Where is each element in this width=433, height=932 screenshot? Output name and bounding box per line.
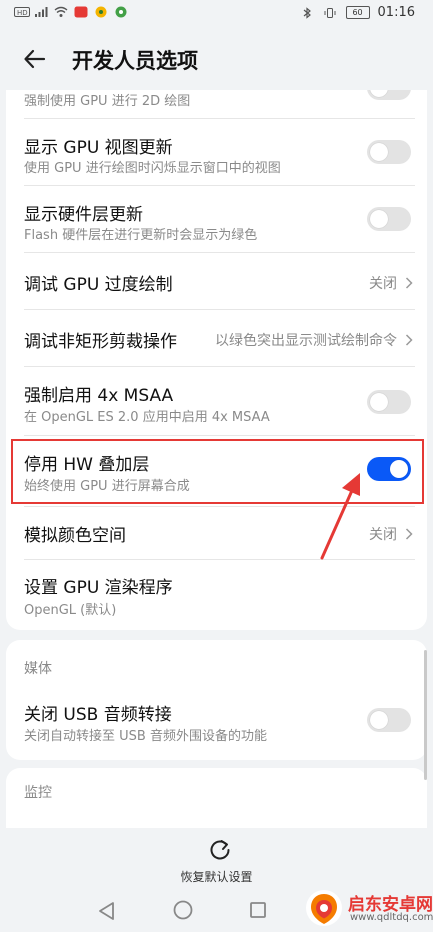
setting-hw-layers-updates[interactable]: 显示硬件层更新 Flash 硬件层在进行更新时会显示为绿色	[6, 186, 427, 252]
setting-value: 关闭	[369, 524, 413, 544]
chevron-right-icon	[405, 528, 413, 540]
setting-title: 关闭 USB 音频转接	[24, 705, 172, 725]
setting-force-gpu-2d[interactable]: 强制使用 GPU 进行 2D 绘图	[6, 90, 427, 118]
toggle-switch[interactable]	[367, 90, 411, 100]
back-arrow-icon[interactable]	[22, 46, 48, 72]
restore-defaults-button[interactable]: 恢复默认设置	[0, 868, 433, 885]
setting-title: 调试 GPU 过度绘制	[24, 275, 173, 295]
status-icons-left: HD	[14, 6, 128, 18]
setting-title: 强制启用 4x MSAA	[24, 386, 174, 406]
app-header: 开发人员选项	[0, 28, 433, 90]
watermark-logo-icon	[304, 888, 344, 928]
status-time: 01:16	[377, 5, 415, 20]
chevron-right-icon	[405, 277, 413, 289]
page-title: 开发人员选项	[72, 49, 198, 73]
scrollbar[interactable]	[424, 650, 427, 780]
app-notification-icon	[114, 6, 128, 18]
setting-title: 调试非矩形剪裁操作	[24, 332, 177, 352]
vibrate-icon	[324, 7, 338, 19]
setting-usb-audio[interactable]: 关闭 USB 音频转接 关闭自动转接至 USB 音频外围设备的功能	[6, 690, 427, 756]
restore-icon[interactable]	[206, 836, 234, 864]
toggle-switch[interactable]	[367, 390, 411, 414]
setting-title: 设置 GPU 渲染程序	[24, 578, 173, 598]
chevron-right-icon	[405, 334, 413, 346]
toggle-knob	[370, 711, 388, 729]
setting-sub: Flash 硬件层在进行更新时会显示为绿色	[24, 228, 258, 243]
setting-gpu-overdraw[interactable]: 调试 GPU 过度绘制 关闭	[6, 253, 427, 309]
section-label-media: 媒体	[24, 661, 52, 677]
toggle-knob	[370, 393, 388, 411]
setting-non-rect-clip[interactable]: 调试非矩形剪裁操作 以绿色突出显示测试绘制命令	[6, 310, 427, 366]
wifi-icon	[54, 6, 68, 18]
nav-home-icon[interactable]	[172, 899, 194, 921]
setting-gpu-view-updates[interactable]: 显示 GPU 视图更新 使用 GPU 进行绘图时闪烁显示窗口中的视图	[6, 119, 427, 185]
setting-value-text: 关闭	[369, 527, 397, 543]
setting-value-text: 以绿色突出显示测试绘制命令	[215, 333, 397, 349]
setting-sub: 在 OpenGL ES 2.0 应用中启用 4x MSAA	[24, 410, 270, 425]
setting-gpu-renderer[interactable]: 设置 GPU 渲染程序 OpenGL (默认)	[6, 560, 427, 626]
setting-sub: 使用 GPU 进行绘图时闪烁显示窗口中的视图	[24, 161, 281, 176]
setting-msaa[interactable]: 强制启用 4x MSAA 在 OpenGL ES 2.0 应用中启用 4x MS…	[6, 367, 427, 433]
section-label-monitoring: 监控	[24, 785, 52, 801]
watermark-url: www.qdltdq.com	[350, 912, 433, 923]
app-notification-icon	[94, 6, 108, 18]
setting-title: 模拟颜色空间	[24, 526, 126, 546]
setting-sub: OpenGL (默认)	[24, 603, 117, 618]
toggle-knob	[370, 143, 388, 161]
media-settings-card: 媒体 关闭 USB 音频转接 关闭自动转接至 USB 音频外围设备的功能	[6, 640, 427, 760]
toggle-knob	[370, 210, 388, 228]
svg-text:HD: HD	[17, 9, 28, 17]
bluetooth-icon	[302, 6, 316, 19]
battery-icon: 60	[345, 6, 370, 19]
nav-recent-icon[interactable]	[248, 900, 268, 920]
nav-back-icon[interactable]	[96, 900, 118, 922]
divider	[24, 435, 415, 436]
annotation-arrow	[320, 473, 360, 560]
toggle-switch[interactable]	[367, 708, 411, 732]
toggle-switch[interactable]	[367, 207, 411, 231]
setting-title: 显示 GPU 视图更新	[24, 138, 173, 158]
setting-value: 关闭	[369, 273, 413, 293]
toggle-knob	[370, 90, 388, 97]
setting-sub: 强制使用 GPU 进行 2D 绘图	[24, 94, 191, 109]
setting-title: 显示硬件层更新	[24, 205, 143, 225]
toggle-switch[interactable]	[367, 140, 411, 164]
app-notification-icon	[74, 6, 88, 18]
watermark: 启东安卓网 www.qdltdq.com	[300, 884, 433, 932]
monitoring-settings-card: 监控	[6, 768, 427, 828]
status-icons-right: 60 01:16	[302, 5, 415, 20]
bottom-action-bar: 恢复默认设置	[0, 828, 433, 885]
setting-value-text: 关闭	[369, 276, 397, 292]
signal-icon	[34, 6, 48, 18]
hd-icon: HD	[14, 6, 30, 18]
setting-value: 以绿色突出显示测试绘制命令	[215, 330, 413, 350]
setting-sub: 关闭自动转接至 USB 音频外围设备的功能	[24, 729, 267, 744]
status-bar: HD 60 01:16	[0, 0, 433, 28]
